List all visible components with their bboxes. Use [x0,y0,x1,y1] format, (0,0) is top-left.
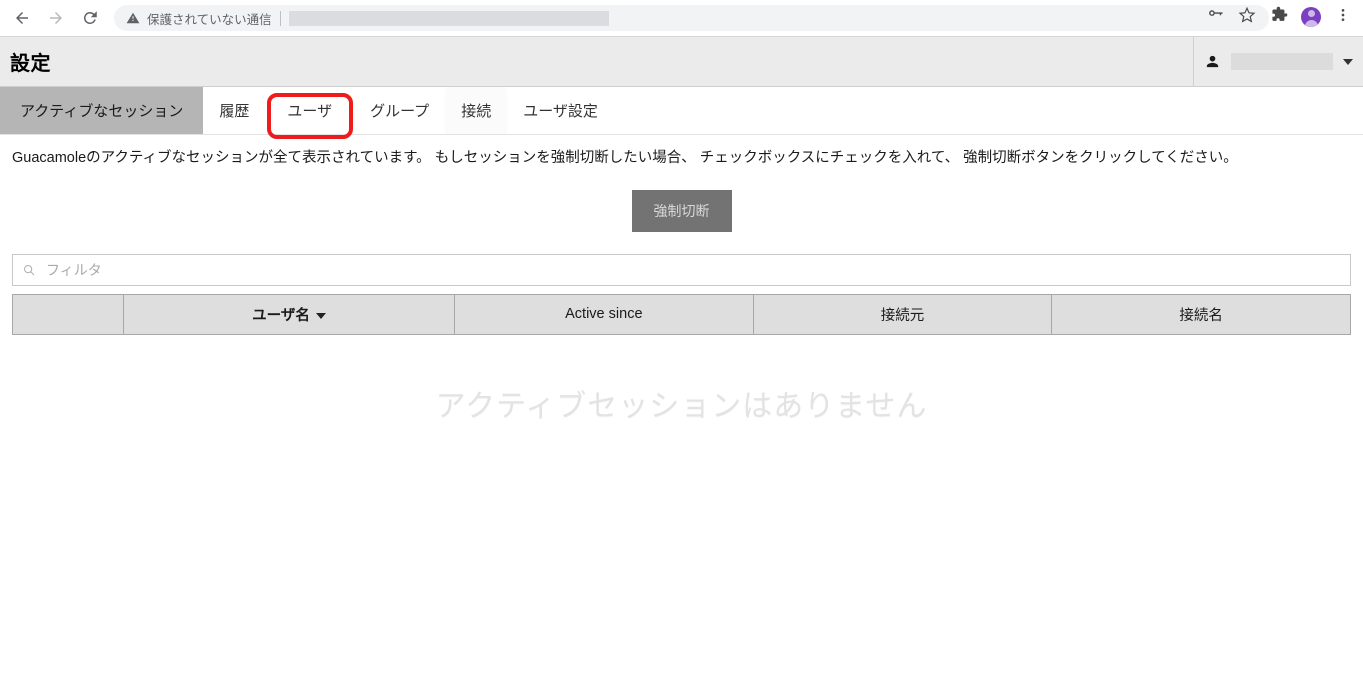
reload-button[interactable] [76,4,104,32]
action-button-row: 強制切断 [12,189,1351,232]
force-disconnect-button[interactable]: 強制切断 [631,189,732,232]
column-header-remote-host[interactable]: 接続元 [752,293,1053,335]
column-header-checkbox[interactable] [12,293,124,335]
table-header: ユーザ名 Active since 接続元 接続名 [12,293,1351,335]
table-header-row: ユーザ名 Active since 接続元 接続名 [12,293,1351,335]
chevron-down-icon[interactable] [1343,58,1353,65]
tab-active-sessions[interactable]: アクティブなセッション [0,87,204,134]
tab-preferences[interactable]: ユーザ設定 [507,87,614,134]
star-icon [1238,6,1256,29]
tab-label: グループ [370,103,430,120]
arrow-left-icon [13,9,31,27]
user-menu[interactable] [1193,37,1363,86]
browser-toolbar: 保護されていない通信 [0,0,1363,36]
puzzle-icon [1271,6,1288,28]
tab-label: 履歴 [219,103,250,120]
tab-users[interactable]: ユーザ [265,87,354,134]
not-secure-warning-icon[interactable] [126,11,140,25]
chrome-menu-button[interactable] [1329,3,1357,31]
filter-input[interactable] [44,260,1341,279]
column-label: ユーザ名 [252,307,310,324]
app-header: 設定 [0,37,1363,87]
password-key-button[interactable] [1201,3,1229,31]
tab-label: ユーザ設定 [523,103,598,120]
tab-connections[interactable]: 接続 [445,87,508,134]
settings-tab-bar: アクティブなセッション 履歴 ユーザ グループ 接続 ユーザ設定 [0,87,1363,139]
extensions-button[interactable] [1265,3,1293,31]
url-text-redacted[interactable] [288,10,609,26]
kebab-menu-icon [1335,7,1351,28]
omnibox-divider [279,10,281,26]
tab-label: 接続 [461,103,492,120]
column-header-username[interactable]: ユーザ名 [123,293,455,335]
profile-button[interactable] [1297,3,1325,31]
main-content: Guacamoleのアクティブなセッションが全て表示されています。 もしセッショ… [0,135,1363,425]
forward-button[interactable] [42,4,70,32]
security-status-text: 保護されていない通信 [147,12,272,27]
person-icon [1204,53,1221,70]
tab-groups[interactable]: グループ [354,87,445,134]
browser-action-icons [1197,3,1357,31]
reload-icon [81,9,99,27]
username-label-redacted [1231,53,1333,70]
sessions-description: Guacamoleのアクティブなセッションが全て表示されています。 もしセッショ… [12,150,1238,166]
back-button[interactable] [8,4,36,32]
key-icon [1207,6,1224,28]
empty-state-message: アクティブセッションはありません [435,389,928,423]
sort-descending-icon [315,313,326,320]
tab-history[interactable]: 履歴 [203,87,265,134]
avatar-icon [1301,7,1321,27]
column-header-connection-name[interactable]: 接続名 [1051,293,1351,335]
tab-label: アクティブなセッション [20,103,184,120]
address-bar[interactable]: 保護されていない通信 [114,5,1269,31]
bookmark-star-button[interactable] [1233,3,1261,31]
column-header-active-since[interactable]: Active since [454,293,754,335]
arrow-right-icon [47,9,65,27]
search-icon [22,263,36,277]
active-sessions-table: ユーザ名 Active since 接続元 接続名 [12,293,1351,335]
filter-field-wrapper[interactable] [12,253,1351,286]
tab-label: ユーザ [287,103,333,120]
page-title: 設定 [10,53,51,75]
